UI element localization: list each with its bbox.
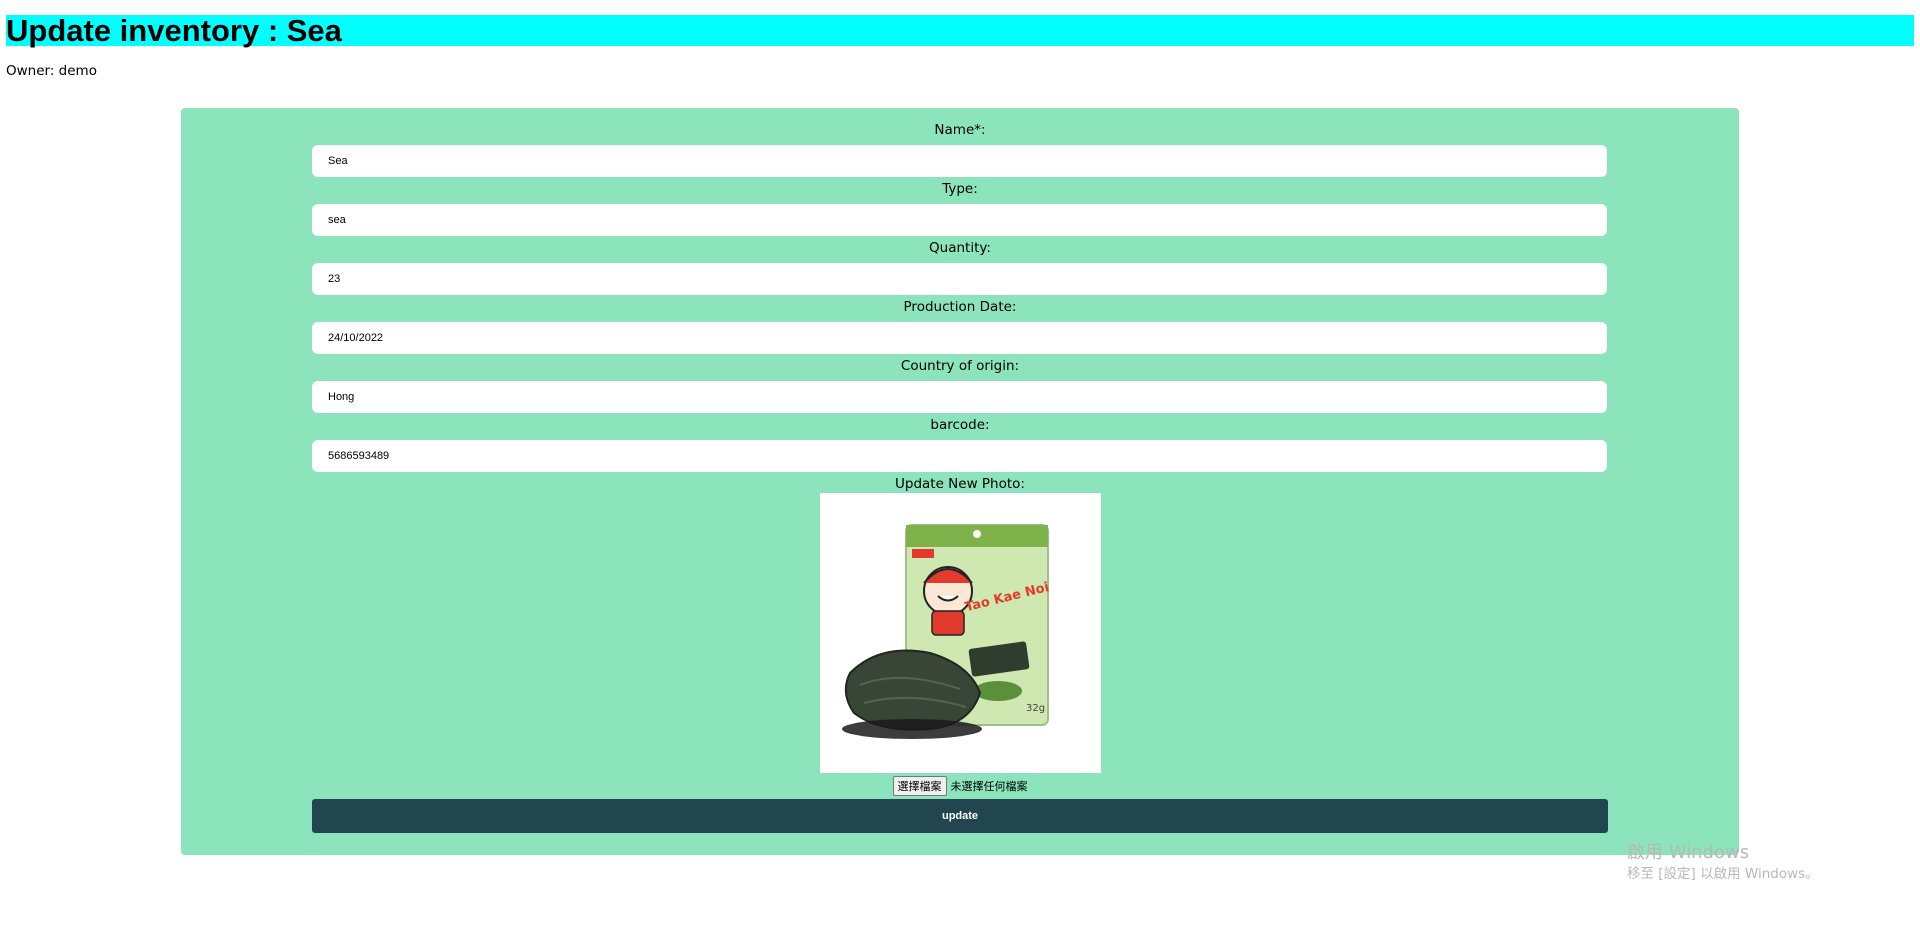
- type-label: Type:: [942, 181, 978, 197]
- watermark-line-1: 啟用 Windows: [1627, 842, 1750, 863]
- file-status-text: 未選擇任何檔案: [950, 781, 1028, 793]
- watermark-line-2: 移至 [設定] 以啟用 Windows。: [1627, 865, 1819, 882]
- name-input[interactable]: [312, 145, 1607, 177]
- choose-file-button[interactable]: 選擇檔案: [892, 776, 947, 796]
- production-date-input[interactable]: [312, 322, 1607, 354]
- update-button[interactable]: update: [312, 799, 1608, 833]
- windows-activation-watermark: 啟用 Windows 移至 [設定] 以啟用 Windows。: [1627, 842, 1819, 882]
- name-label: Name*:: [934, 122, 986, 138]
- country-of-origin-label: Country of origin:: [900, 358, 1020, 374]
- quantity-label: Quantity:: [929, 240, 991, 256]
- svg-text:32g: 32g: [1026, 703, 1045, 714]
- product-photo: Tao Kae Noi 32g: [820, 493, 1101, 773]
- type-input[interactable]: [312, 204, 1607, 236]
- country-of-origin-input[interactable]: [312, 381, 1607, 413]
- barcode-label: barcode:: [930, 417, 990, 433]
- update-inventory-form: Name*: Type: Quantity: Production Date: …: [181, 108, 1739, 855]
- title-bar: Update inventory : Sea: [6, 15, 1914, 46]
- quantity-input[interactable]: [312, 263, 1607, 295]
- update-photo-label: Update New Photo:: [895, 476, 1025, 492]
- page-title: Update inventory : Sea: [6, 13, 342, 48]
- file-chooser: 選擇檔案 未選擇任何檔案: [181, 776, 1739, 796]
- seaweed-snack-image: Tao Kae Noi 32g: [842, 524, 1051, 739]
- owner-label: Owner: demo: [6, 63, 97, 79]
- production-date-label: Production Date:: [903, 299, 1017, 315]
- barcode-input[interactable]: [312, 440, 1607, 472]
